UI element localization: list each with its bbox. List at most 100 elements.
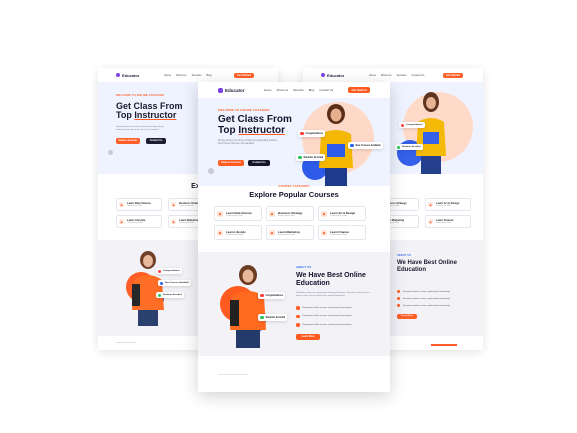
instructor-photo <box>416 92 446 174</box>
nav-link-home[interactable]: Home <box>164 74 171 77</box>
check-icon <box>397 297 400 300</box>
about-bullets: Exceptional online courses, professional… <box>296 306 351 327</box>
footer-strip <box>431 344 457 346</box>
bullet-item: Exceptional online courses, professional… <box>296 314 351 318</box>
learn-more-button[interactable]: Learn More <box>296 334 320 340</box>
course-card[interactable]: ◆ Learn Art & Design Lorem Ipsum Dolor <box>425 198 471 211</box>
nav-link-about[interactable]: About Us <box>176 74 187 77</box>
check-icon <box>397 290 400 293</box>
check-icon <box>296 306 300 310</box>
about-tag: ABOUT US <box>397 254 412 257</box>
students-badge: Students Enrolled <box>258 314 288 321</box>
nav-link-services[interactable]: Services <box>397 74 407 77</box>
marketing-icon: ◆ <box>269 229 275 236</box>
hero-title-line2: Top <box>218 124 239 136</box>
mockup-page-front: Educator Home About Us Services Blog Con… <box>198 82 390 392</box>
student-photo <box>132 251 164 326</box>
hero-title-line2: Top <box>116 110 135 121</box>
nav-links: Home About Us Services Blog Contact Us <box>264 88 333 92</box>
courses-title: Explore Popular Courses <box>249 190 339 199</box>
learn-more-button[interactable]: Learn More <box>397 314 417 319</box>
nav-links: Home About Us Services Blog <box>164 74 212 77</box>
congratulations-badge: Congratulations <box>298 130 326 137</box>
nav-link-services[interactable]: Services <box>293 88 304 92</box>
get-started-button[interactable]: Get Started <box>348 87 370 93</box>
hero-title-highlight: Instructor <box>134 110 177 121</box>
logo-text: Educator <box>122 72 140 78</box>
bullet-item: Exceptional online courses, professional… <box>397 290 450 293</box>
course-card[interactable]: ◆ Learn Data Science Lorem Ipsum Dolor <box>214 206 262 221</box>
logo[interactable]: Educator <box>321 73 344 78</box>
course-card[interactable]: ◆ Learn MarketingLorem Ipsum Dolor <box>266 225 314 240</box>
data-science-icon: ◆ <box>217 210 223 217</box>
logo[interactable]: Educator <box>116 73 139 78</box>
hero-section: WELCOME TO ONLINE COACHING Get Class Fro… <box>198 98 390 186</box>
nav-link-home[interactable]: Home <box>264 88 271 92</box>
students-badge: Students Enrolled <box>395 144 423 150</box>
explore-courses-button[interactable]: Explore Courses <box>116 138 140 144</box>
logo[interactable]: Educator <box>218 87 245 93</box>
about-bullets: Exceptional online courses, professional… <box>397 290 450 307</box>
course-card[interactable]: ◆ Learn Finance Lorem Ipsum Dolor <box>318 225 366 240</box>
lifestyle-icon: ◆ <box>119 219 124 224</box>
courses-badge: New Courses Available <box>348 142 383 149</box>
bullet-item: Exceptional online courses, professional… <box>397 297 450 300</box>
course-card[interactable]: ◆ Learn Finance Lorem Ipsum Dolor <box>425 215 471 228</box>
check-icon <box>397 304 400 307</box>
course-card[interactable]: ◆ Business StrategyLorem Ipsum Dolor <box>266 206 314 221</box>
about-tag: ABOUT US <box>296 266 312 269</box>
nav-link-blog[interactable]: Blog <box>309 88 315 92</box>
students-badge: Students Enrolled <box>296 154 326 161</box>
check-icon <box>296 323 300 327</box>
students-badge: Students Enrolled <box>156 292 184 298</box>
nav-link-about[interactable]: About Us <box>381 74 392 77</box>
nav-link-contact[interactable]: Contact Us <box>412 74 425 77</box>
bullet-item: Exceptional online courses, professional… <box>296 306 351 310</box>
course-card[interactable]: ◆ Learn Lifestyle Lorem Ipsum Dolor <box>116 215 162 228</box>
marketing-icon: ◆ <box>171 219 176 224</box>
course-grid: ◆ Learn Data Science Lorem Ipsum Dolor ◆ … <box>214 206 366 240</box>
navbar: Educator Home About Us Services Contact … <box>303 68 483 82</box>
data-science-icon: ◆ <box>119 202 124 207</box>
logo-icon <box>321 73 325 77</box>
nav-link-blog[interactable]: Blog <box>207 74 212 77</box>
logo-icon <box>218 87 223 93</box>
scroll-indicator-icon[interactable] <box>108 150 113 155</box>
scroll-indicator-icon[interactable] <box>208 168 214 174</box>
check-icon <box>296 314 300 318</box>
explore-courses-button[interactable]: Explore Courses <box>218 160 244 166</box>
nav-link-about[interactable]: About Us <box>276 88 288 92</box>
nav-link-services[interactable]: Services <box>192 74 202 77</box>
navbar: Educator Home About Us Services Blog Get… <box>98 68 278 82</box>
navbar: Educator Home About Us Services Blog Con… <box>198 82 390 98</box>
lifestyle-icon: ◆ <box>217 229 223 236</box>
hero-paragraph: Simply dummy text of the printing and ty… <box>116 126 164 131</box>
strategy-icon: ◆ <box>171 202 176 207</box>
contact-us-button[interactable]: Contact Us <box>248 160 270 166</box>
logo-icon <box>116 73 120 77</box>
footer-strip <box>218 374 248 375</box>
bullet-item: Exceptional online courses, professional… <box>397 304 450 307</box>
finance-icon: ◆ <box>321 229 327 236</box>
hero-tag: WELCOME TO ONLINE COACHING <box>116 94 165 97</box>
nav-links: Home About Us Services Contact Us <box>369 74 424 77</box>
hero-title: Get Class From Top Instructor <box>116 101 183 121</box>
course-card[interactable]: ◆ Learn Lifestyle Lorem Ipsum Dolor <box>214 225 262 240</box>
get-started-button[interactable]: Get Started <box>234 72 254 78</box>
art-design-icon: ◆ <box>428 202 433 207</box>
congratulations-badge: Congratulations <box>399 122 425 128</box>
bullet-item: Exceptional online courses, professional… <box>296 323 351 327</box>
course-card[interactable]: ◆ Learn Art & Design Lorem Ipsum Dolor <box>318 206 366 221</box>
hero-paragraph: Simply dummy text of the printing and ty… <box>218 140 277 145</box>
nav-link-home[interactable]: Home <box>369 74 376 77</box>
course-card[interactable]: ◆ Learn Data Science Lorem Ipsum Dolor <box>116 198 162 211</box>
nav-link-contact[interactable]: Contact Us <box>319 88 333 92</box>
student-photo <box>230 265 266 348</box>
footer-strip <box>116 342 136 343</box>
about-paragraph: Readable content of a page when looking … <box>296 292 370 297</box>
hero-tag: WELCOME TO ONLINE COACHING <box>218 108 270 112</box>
get-started-button[interactable]: Get Started <box>443 72 463 78</box>
congratulations-badge: Congratulations <box>156 268 182 274</box>
about-title: We Have Best Online Education <box>397 260 457 273</box>
contact-us-button[interactable]: Contact Us <box>146 138 166 144</box>
